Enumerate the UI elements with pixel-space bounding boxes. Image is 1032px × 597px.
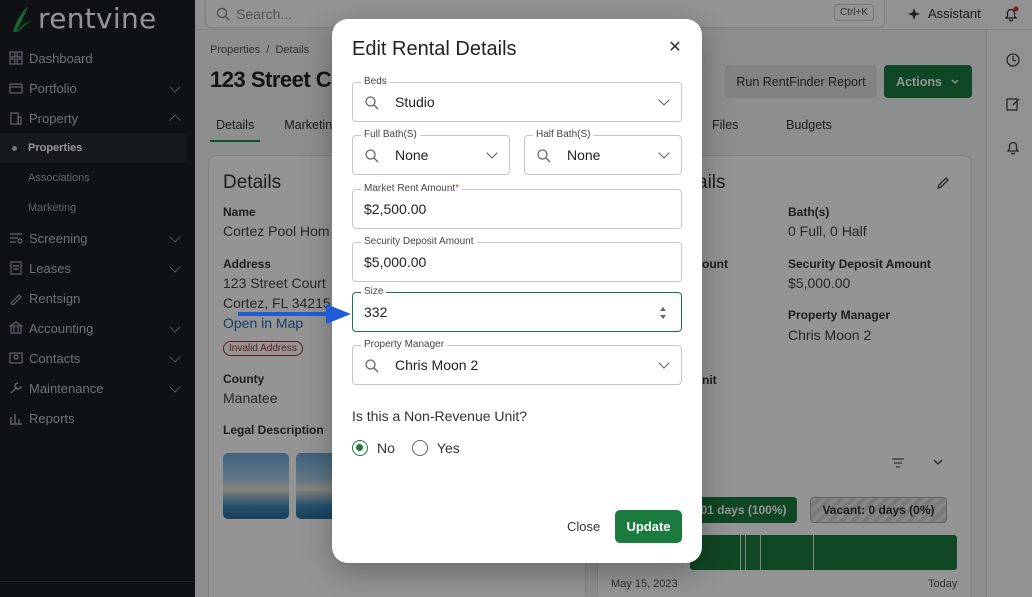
full-bath-label: Full Bath(S) xyxy=(361,128,420,142)
radio-yes-label[interactable]: Yes xyxy=(437,440,460,456)
search-icon xyxy=(537,149,551,163)
beds-select[interactable]: Beds Studio xyxy=(352,75,682,122)
radio-no-label[interactable]: No xyxy=(377,440,395,456)
security-deposit-value: $5,000.00 xyxy=(364,254,427,270)
full-bath-value: None xyxy=(395,147,429,163)
chevron-down-icon xyxy=(658,357,670,369)
close-icon[interactable]: ✕ xyxy=(666,39,684,57)
market-rent-value: $2,500.00 xyxy=(364,201,427,217)
size-input[interactable]: Size 332 xyxy=(352,285,682,332)
size-label: Size xyxy=(361,285,387,299)
property-manager-select[interactable]: Property Manager Chris Moon 2 xyxy=(352,338,682,385)
security-deposit-input[interactable]: Security Deposit Amount $5,000.00 xyxy=(352,235,682,282)
modal-title: Edit Rental Details xyxy=(352,38,517,60)
close-button[interactable]: Close xyxy=(567,519,600,534)
non-revenue-radio-group: No Yes xyxy=(352,440,477,456)
full-bath-select[interactable]: Full Bath(S) None xyxy=(352,128,510,175)
search-icon xyxy=(365,96,379,110)
market-rent-label: Market Rent Amount* xyxy=(361,182,463,196)
beds-value: Studio xyxy=(395,94,435,110)
property-manager-value: Chris Moon 2 xyxy=(395,357,479,373)
half-bath-select[interactable]: Half Bath(S) None xyxy=(524,128,682,175)
search-icon xyxy=(365,149,379,163)
edit-rental-details-modal: Edit Rental Details ✕ Beds Studio Full B… xyxy=(332,19,702,563)
security-deposit-label: Security Deposit Amount xyxy=(361,235,477,249)
search-icon xyxy=(365,359,379,373)
number-stepper-icon[interactable] xyxy=(658,305,668,321)
size-value: 332 xyxy=(364,304,388,320)
radio-no[interactable] xyxy=(352,440,368,456)
non-revenue-question: Is this a Non-Revenue Unit? xyxy=(352,408,528,424)
market-rent-label-text: Market Rent Amount xyxy=(364,183,456,194)
half-bath-value: None xyxy=(567,147,601,163)
market-rent-input[interactable]: Market Rent Amount* $2,500.00 xyxy=(352,182,682,229)
chevron-down-icon xyxy=(658,147,670,159)
annotation-arrow-icon xyxy=(238,304,351,324)
beds-label: Beds xyxy=(361,75,390,89)
radio-yes[interactable] xyxy=(411,440,428,456)
required-marker: * xyxy=(455,183,460,194)
chevron-down-icon xyxy=(658,94,670,106)
property-manager-label: Property Manager xyxy=(361,338,448,352)
half-bath-label: Half Bath(S) xyxy=(533,128,594,142)
chevron-down-icon xyxy=(486,147,498,159)
update-button[interactable]: Update xyxy=(615,510,682,543)
